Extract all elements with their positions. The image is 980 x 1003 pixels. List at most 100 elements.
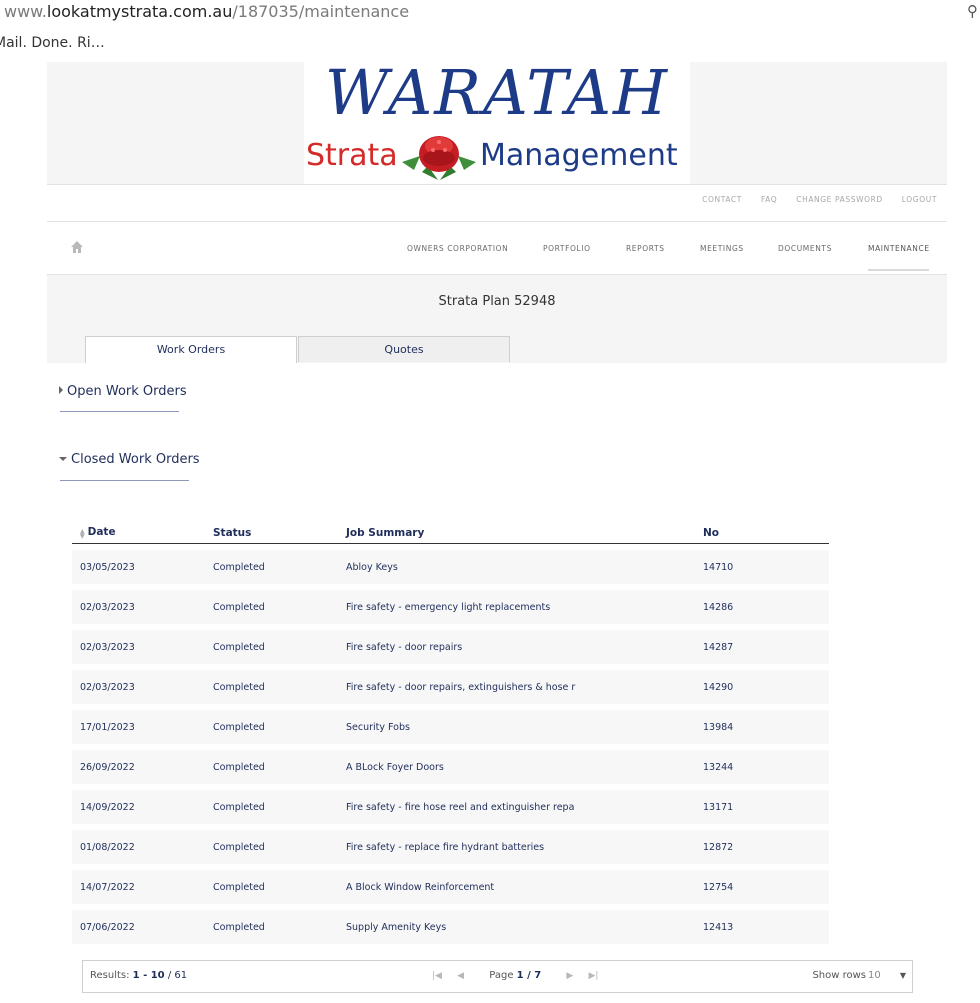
sort-icon: ▲ ▼	[80, 528, 85, 540]
date-cell: 14/09/2022	[72, 790, 205, 824]
nav-maintenance[interactable]: MAINTENANCE	[868, 244, 930, 253]
date-cell: 17/01/2023	[72, 710, 205, 744]
date-cell: 14/07/2022	[72, 870, 205, 904]
table-row[interactable]: 14/09/2022 Completed Fire safety - fire ho…	[72, 790, 829, 824]
change-password-link[interactable]: CHANGE PASSWORD	[796, 195, 883, 204]
address-bar[interactable]: www.lookatmystrata.com.au/187035/mainten…	[4, 2, 409, 21]
table-row[interactable]: 07/06/2022 Completed Supply Amenity Keys 12…	[72, 910, 829, 944]
rows-per-page-value: 10	[868, 970, 881, 981]
chevron-down-icon: ▼	[899, 971, 906, 980]
tab-quotes[interactable]: Quotes	[298, 336, 510, 362]
status-column-header[interactable]: Status	[205, 519, 338, 544]
status-cell: Completed	[205, 670, 338, 704]
tab-work-orders[interactable]: Work Orders	[85, 336, 297, 364]
pager: |◀ ◀ Page 1 / 7 ▶ ▶|	[426, 970, 604, 981]
no-cell: 13244	[695, 750, 829, 784]
prev-page-icon[interactable]: ◀	[457, 971, 464, 981]
contact-link[interactable]: CONTACT	[702, 195, 742, 204]
faq-link[interactable]: FAQ	[761, 195, 777, 204]
status-cell: Completed	[205, 590, 338, 624]
status-cell: Completed	[205, 750, 338, 784]
status-cell: Completed	[205, 910, 338, 944]
table-row[interactable]: 14/07/2022 Completed A Block Window Reinfo…	[72, 870, 829, 904]
no-cell: 14286	[695, 590, 829, 624]
nav-documents[interactable]: DOCUMENTS	[778, 244, 832, 253]
date-cell: 26/09/2022	[72, 750, 205, 784]
date-cell: 01/08/2022	[72, 830, 205, 864]
plan-title: Strata Plan 52948	[438, 294, 556, 309]
job-summary-cell: A BLock Foyer Doors	[338, 750, 695, 784]
table-row[interactable]: 02/03/2023 Completed Fire safety - door re…	[72, 670, 829, 704]
table-row[interactable]: 02/03/2023 Completed Fire safety - door re…	[72, 630, 829, 664]
table-header-row: ▲ ▼ Date Status Job Summary No	[72, 519, 829, 544]
page-indicator: Page 1 / 7	[489, 970, 542, 981]
open-section-underline	[60, 411, 179, 412]
date-cell: 02/03/2023	[72, 630, 205, 664]
page-value: 1 / 7	[516, 970, 542, 981]
logo-management-word: Management	[480, 138, 678, 173]
status-cell: Completed	[205, 630, 338, 664]
table-row[interactable]: 26/09/2022 Completed A BLock Foyer Doors 13…	[72, 750, 829, 784]
table-row[interactable]: 03/05/2023 Completed Abloy Keys 14710	[72, 550, 829, 584]
job-summary-cell: Abloy Keys	[338, 550, 695, 584]
logout-link[interactable]: LOGOUT	[902, 195, 937, 204]
status-cell: Completed	[205, 870, 338, 904]
nav-reports[interactable]: REPORTS	[626, 244, 665, 253]
url-path: /187035/maintenance	[232, 2, 410, 21]
last-page-icon[interactable]: ▶|	[588, 971, 598, 981]
browser-bar: www.lookatmystrata.com.au/187035/mainten…	[0, 0, 980, 63]
no-cell: 13171	[695, 790, 829, 824]
no-cell: 12872	[695, 830, 829, 864]
logo-title: WARATAH	[324, 56, 670, 129]
page: WARATAH Strata Management CONTACT FAQ CH…	[0, 56, 980, 1003]
status-cell: Completed	[205, 710, 338, 744]
job-summary-cell: Fire safety - door repairs, extinguisher…	[338, 670, 695, 704]
caret-down-icon	[59, 457, 67, 461]
top-menu: CONTACT FAQ CHANGE PASSWORD LOGOUT	[686, 195, 937, 204]
date-column-header[interactable]: ▲ ▼ Date	[72, 519, 205, 544]
closed-section-underline	[60, 480, 189, 481]
date-cell: 02/03/2023	[72, 670, 205, 704]
status-cell: Completed	[205, 550, 338, 584]
search-icon[interactable]: ⚲	[967, 2, 978, 20]
table-row[interactable]: 17/01/2023 Completed Security Fobs 13984	[72, 710, 829, 744]
table-row[interactable]: 02/03/2023 Completed Fire safety - emergen…	[72, 590, 829, 624]
next-page-icon[interactable]: ▶	[566, 971, 573, 981]
nav-owners-corporation[interactable]: OWNERS CORPORATION	[407, 244, 508, 253]
no-cell: 12754	[695, 870, 829, 904]
job-summary-cell: Fire safety - replace fire hydrant batte…	[338, 830, 695, 864]
waratah-logo[interactable]: WARATAH Strata Management	[304, 56, 690, 184]
job-summary-cell: Fire safety - fire hose reel and extingu…	[338, 790, 695, 824]
tab-title[interactable]: Mail. Done. Ri…	[0, 35, 105, 51]
status-cell: Completed	[205, 830, 338, 864]
first-page-icon[interactable]: |◀	[432, 971, 442, 981]
table-row[interactable]: 01/08/2022 Completed Fire safety - replace…	[72, 830, 829, 864]
closed-work-orders-toggle[interactable]: Closed Work Orders	[59, 452, 200, 467]
no-cell: 13984	[695, 710, 829, 744]
nav-portfolio[interactable]: PORTFOLIO	[543, 244, 591, 253]
job-summary-cell: Fire safety - door repairs	[338, 630, 695, 664]
closed-work-orders-table: ▲ ▼ Date Status Job Summary No 03/05/2023 C…	[72, 513, 829, 950]
nav-meetings[interactable]: MEETINGS	[700, 244, 744, 253]
no-cell: 14290	[695, 670, 829, 704]
date-cell: 03/05/2023	[72, 550, 205, 584]
active-nav-indicator	[868, 269, 929, 271]
logo-strata-word: Strata	[306, 138, 398, 173]
status-cell: Completed	[205, 790, 338, 824]
no-column-header[interactable]: No	[695, 519, 829, 544]
job-summary-column-header[interactable]: Job Summary	[338, 519, 695, 544]
show-rows-label: Show rows	[812, 970, 866, 981]
work-orders-panel: Open Work Orders Closed Work Orders ▲ ▼ Da…	[47, 363, 947, 1003]
results-total: / 61	[164, 970, 188, 981]
table-body: 03/05/2023 Completed Abloy Keys 14710 02/03/…	[72, 550, 829, 944]
home-icon[interactable]	[70, 240, 84, 254]
results-count: Results: 1 - 10 / 61	[90, 970, 188, 981]
url-prefix: www.	[4, 2, 47, 21]
caret-right-icon	[59, 386, 63, 394]
job-summary-cell: Security Fobs	[338, 710, 695, 744]
job-summary-cell: Supply Amenity Keys	[338, 910, 695, 944]
job-summary-cell: A Block Window Reinforcement	[338, 870, 695, 904]
open-work-orders-label: Open Work Orders	[67, 384, 187, 399]
rows-per-page-select[interactable]: 10 ▼	[868, 970, 906, 981]
open-work-orders-toggle[interactable]: Open Work Orders	[59, 384, 187, 399]
